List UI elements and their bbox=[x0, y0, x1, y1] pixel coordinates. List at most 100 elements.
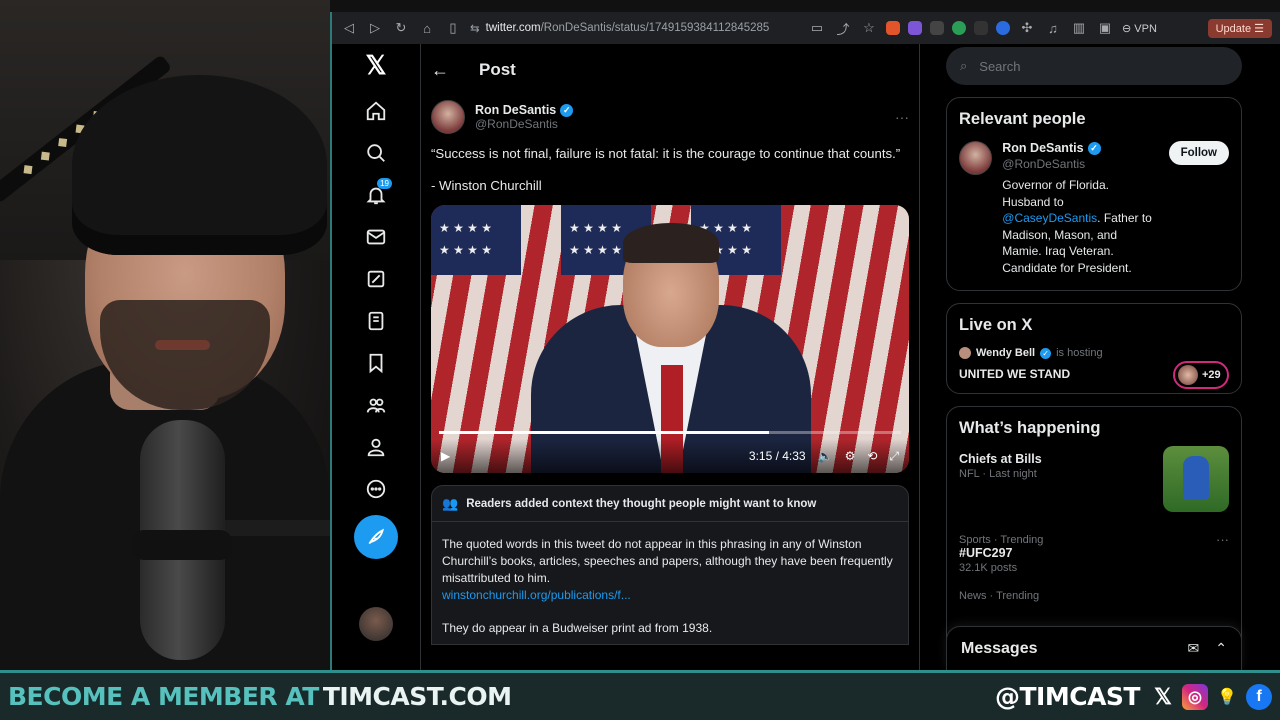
live-space[interactable]: Wendy Bell ✓ is hosting UNITED WE STAND … bbox=[947, 343, 1241, 393]
address-bar[interactable]: ⇆ twitter.com/RonDeSantis/status/1749159… bbox=[470, 17, 800, 39]
flag-canton bbox=[431, 205, 521, 275]
share-icon[interactable]: ⤴ bbox=[834, 19, 852, 37]
relevant-person-handle[interactable]: @RonDeSantis bbox=[1002, 157, 1158, 171]
brave-shield-icon[interactable] bbox=[886, 21, 900, 35]
extension-green-icon[interactable] bbox=[952, 21, 966, 35]
extension-blue-icon[interactable] bbox=[996, 21, 1010, 35]
notification-badge: 19 bbox=[377, 178, 392, 189]
puzzle-icon[interactable]: ✣ bbox=[1018, 19, 1036, 37]
back-icon[interactable]: ◁ bbox=[340, 19, 358, 37]
banner-cta: BECOME A MEMBER AT TIMCAST.COM bbox=[8, 682, 512, 711]
x-left-nav: 𝕏 19 bbox=[332, 44, 420, 670]
author-handle[interactable]: @RonDeSantis bbox=[475, 117, 573, 131]
url-text: twitter.com/RonDeSantis/status/174915938… bbox=[486, 22, 770, 34]
play-icon[interactable]: ▶ bbox=[441, 449, 450, 463]
music-icon[interactable]: ♫ bbox=[1044, 19, 1062, 37]
profile-nav-icon[interactable] bbox=[356, 427, 396, 467]
x-logo-icon[interactable]: 𝕏 bbox=[366, 50, 387, 81]
star-icon[interactable]: ☆ bbox=[860, 19, 878, 37]
community-note-link[interactable]: winstonchurchill.org/publications/f... bbox=[442, 587, 898, 604]
trend-item[interactable]: Chiefs at Bills NFL · Last night bbox=[947, 446, 1241, 528]
shield-icon[interactable] bbox=[974, 21, 988, 35]
vpn-button[interactable]: ⊖ VPN bbox=[1122, 22, 1157, 35]
extension-icon[interactable] bbox=[930, 21, 944, 35]
trend-more-icon[interactable]: ··· bbox=[1216, 532, 1229, 547]
bookmarks-nav-icon[interactable] bbox=[356, 343, 396, 383]
lists-nav-icon[interactable] bbox=[356, 301, 396, 341]
sidebar-icon[interactable]: ▥ bbox=[1070, 19, 1088, 37]
trend-item[interactable]: Sports · Trending #UFC297 32.1K posts ··… bbox=[947, 528, 1241, 584]
browser-window: ◁ ▷ ↻ ⌂ ▯ ⇆ twitter.com/RonDeSantis/stat… bbox=[330, 12, 1280, 670]
people-icon: 👥 bbox=[442, 495, 459, 511]
account-avatar[interactable] bbox=[359, 607, 393, 641]
back-arrow-icon[interactable]: ← bbox=[431, 60, 449, 81]
lightbulb-icon: 💡 bbox=[1217, 688, 1237, 706]
search-input[interactable] bbox=[979, 58, 1180, 74]
search-icon: ⌕ bbox=[960, 58, 968, 73]
volume-icon[interactable]: 🔈 bbox=[818, 449, 833, 463]
presenter-hair bbox=[623, 223, 719, 263]
site-settings-icon[interactable]: ⇆ bbox=[470, 21, 480, 35]
page-title: Post bbox=[479, 60, 516, 79]
verified-badge-icon: ✓ bbox=[560, 103, 574, 117]
messages-drawer[interactable]: Messages ✉ ⌃ bbox=[946, 626, 1242, 670]
video-progress-bar[interactable] bbox=[439, 431, 901, 434]
webcam-feed bbox=[0, 0, 330, 670]
bio-text: Governor of Florida. Husband to bbox=[1002, 178, 1109, 209]
reload-icon[interactable]: ↻ bbox=[392, 19, 410, 37]
more-options-icon[interactable]: ··· bbox=[895, 109, 909, 125]
live-on-x-card: Live on X Wendy Bell ✓ is hosting UNITED… bbox=[946, 303, 1242, 394]
url-domain: twitter.com bbox=[485, 22, 541, 34]
live-host: Wendy Bell ✓ is hosting bbox=[959, 347, 1229, 359]
host-avatar bbox=[959, 347, 971, 359]
tweet-attribution: - Winston Churchill bbox=[431, 178, 542, 193]
grok-nav-icon[interactable] bbox=[356, 259, 396, 299]
compose-post-button[interactable] bbox=[354, 515, 398, 559]
instagram-icon: ◎ bbox=[1182, 683, 1208, 710]
update-button[interactable]: Update ☰ bbox=[1207, 18, 1272, 38]
fullscreen-icon[interactable]: ⤢ bbox=[889, 449, 899, 464]
live-on-x-title: Live on X bbox=[959, 316, 1033, 334]
feather-icon bbox=[368, 528, 385, 545]
video-progress-fill bbox=[439, 431, 769, 434]
relevant-person-avatar[interactable] bbox=[959, 141, 993, 175]
bookmark-icon[interactable]: ▯ bbox=[444, 19, 462, 37]
author-name-row[interactable]: Ron DeSantis ✓ bbox=[475, 103, 574, 117]
trend-category: News · Trending bbox=[959, 590, 1040, 602]
relevant-person-name-row[interactable]: Ron DeSantis ✓ bbox=[1002, 141, 1158, 155]
trend-post-count: 32.1K posts bbox=[959, 562, 1018, 574]
bio-mention-link[interactable]: @CaseyDeSantis bbox=[1002, 211, 1097, 225]
wallet-icon[interactable]: ▣ bbox=[1096, 19, 1114, 37]
search-bar[interactable]: ⌕ bbox=[946, 47, 1242, 85]
screenshot-icon[interactable]: ▭ bbox=[808, 19, 826, 37]
settings-icon[interactable]: ⚙ bbox=[845, 449, 856, 463]
follow-button[interactable]: Follow bbox=[1168, 141, 1229, 165]
expand-chevron-icon[interactable]: ⌃ bbox=[1215, 640, 1227, 657]
forward-icon[interactable]: ▷ bbox=[366, 19, 384, 37]
explore-nav-icon[interactable] bbox=[356, 133, 396, 173]
video-time: 3:15 / 4:33 bbox=[748, 449, 806, 463]
banner-site: TIMCAST.COM bbox=[322, 682, 512, 711]
author-name[interactable]: Ron DeSantis bbox=[475, 103, 556, 117]
new-message-icon[interactable]: ✉ bbox=[1188, 640, 1200, 657]
communities-nav-icon[interactable] bbox=[356, 385, 396, 425]
home-icon[interactable]: ⌂ bbox=[418, 19, 436, 37]
relevant-person-name[interactable]: Ron DeSantis bbox=[1002, 141, 1083, 155]
whats-happening-title: What’s happening bbox=[959, 419, 1101, 437]
listener-count-label: +29 bbox=[1202, 369, 1221, 381]
post-header: ← Post bbox=[421, 44, 919, 96]
post-author: Ron DeSantis ✓ @RonDeSantis ··· bbox=[421, 96, 919, 138]
repeat-icon[interactable]: ⟲ bbox=[867, 449, 877, 463]
rewards-icon[interactable] bbox=[908, 21, 922, 35]
messages-nav-icon[interactable] bbox=[356, 217, 396, 257]
community-note-text: The quoted words in this tweet do not ap… bbox=[442, 537, 893, 585]
video-player[interactable]: ▶ 3:15 / 4:33 🔈 ⚙ ⟲ ⤢ bbox=[431, 205, 909, 473]
host-mouth bbox=[155, 340, 210, 350]
notifications-nav-icon[interactable]: 19 bbox=[356, 175, 396, 215]
banner-handle: @TIMCAST bbox=[995, 682, 1141, 711]
host-name: Wendy Bell bbox=[976, 347, 1036, 359]
author-avatar[interactable] bbox=[431, 100, 465, 134]
home-nav-icon[interactable] bbox=[356, 91, 396, 131]
trend-item[interactable]: News · Trending bbox=[947, 584, 1241, 612]
more-nav-icon[interactable] bbox=[356, 469, 396, 509]
